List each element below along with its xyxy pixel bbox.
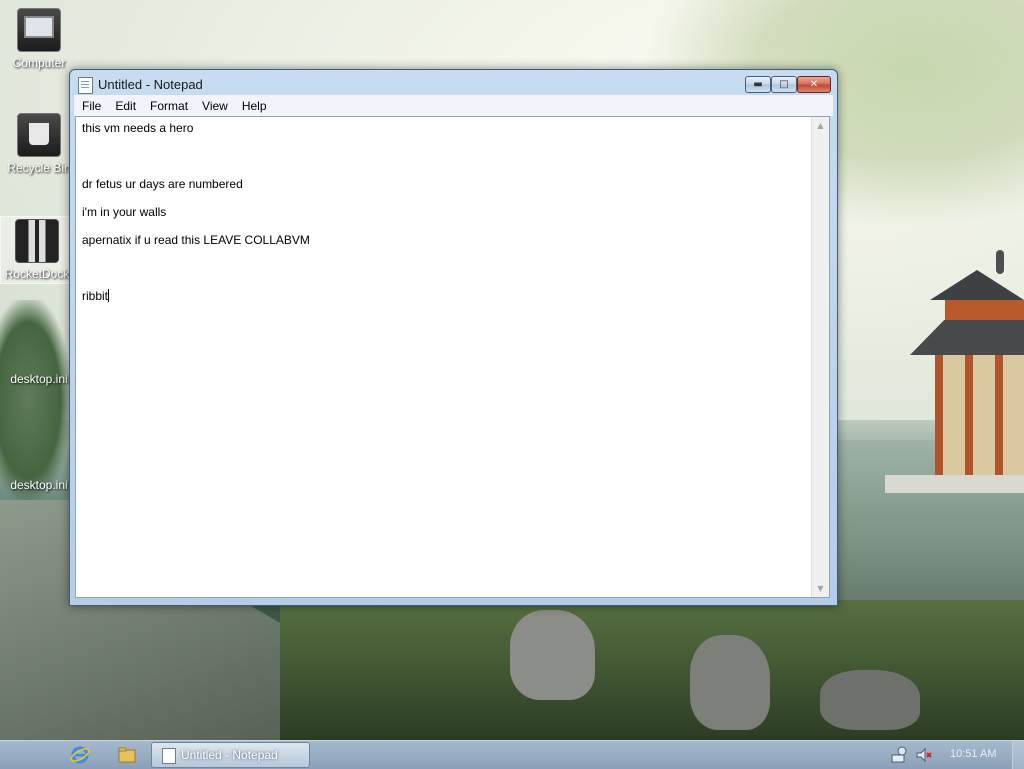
- text-editor[interactable]: this vm needs a hero dr fetus ur days ar…: [75, 116, 830, 598]
- text-line: i'm in your walls: [82, 205, 167, 219]
- minimize-button[interactable]: ▬: [745, 76, 771, 93]
- text-content[interactable]: this vm needs a hero dr fetus ur days ar…: [82, 121, 812, 591]
- text-line: this vm needs a hero: [82, 121, 194, 135]
- taskbar: Untitled - Notepad 10:51 AM: [0, 740, 1024, 769]
- close-icon: ✕: [809, 79, 819, 90]
- close-button[interactable]: ✕: [797, 76, 831, 93]
- minimize-icon: ▬: [753, 79, 763, 90]
- menu-view[interactable]: View: [196, 96, 234, 117]
- taskbar-notepad-button[interactable]: Untitled - Notepad: [151, 742, 310, 768]
- menu-file[interactable]: File: [76, 96, 107, 117]
- text-line: dr fetus ur days are numbered: [82, 177, 243, 191]
- network-icon[interactable]: [890, 746, 908, 764]
- text-line: [82, 275, 812, 289]
- text-line: [82, 261, 812, 275]
- maximize-icon: □: [779, 79, 789, 90]
- desktop-icon-desktop-ini[interactable]: desktop.ini: [3, 478, 75, 492]
- clock[interactable]: 10:51 AM: [950, 748, 996, 760]
- text-line: [82, 135, 812, 149]
- menu-help[interactable]: Help: [236, 96, 273, 117]
- desktop-icon-recycle-bin[interactable]: Recycle Bin: [3, 113, 75, 175]
- wallpaper-rock: [820, 670, 920, 730]
- desktop-icon-computer[interactable]: Computer: [3, 8, 75, 70]
- wallpaper-rock: [510, 610, 595, 700]
- desktop[interactable]: Computer Recycle Bin RocketDock desktop.…: [0, 0, 1024, 740]
- menu-edit[interactable]: Edit: [109, 96, 142, 117]
- wallpaper-rock: [690, 635, 770, 730]
- internet-explorer-icon[interactable]: [70, 745, 90, 765]
- title-bar[interactable]: Untitled - Notepad ▬ □ ✕: [70, 70, 837, 98]
- start-button[interactable]: [10, 743, 54, 767]
- desktop-icon-desktop-ini[interactable]: desktop.ini: [3, 372, 75, 386]
- notepad-window[interactable]: Untitled - Notepad ▬ □ ✕ File Edit Format V…: [69, 69, 838, 606]
- menu-bar: File Edit Format View Help: [74, 95, 833, 116]
- show-desktop-button[interactable]: [1012, 741, 1024, 769]
- notepad-icon: [162, 748, 176, 764]
- maximize-button[interactable]: □: [771, 76, 797, 93]
- recycle-bin-icon: [17, 113, 61, 157]
- text-line-last: ribbit: [82, 289, 812, 303]
- rocketdock-icon: [15, 219, 59, 263]
- text-line: ribbit: [82, 289, 109, 303]
- vertical-scrollbar[interactable]: ▲ ▼: [811, 117, 829, 597]
- text-line: [82, 149, 812, 163]
- text-line: [82, 163, 812, 177]
- text-line: apernatix if u read this LEAVE COLLABVM: [82, 233, 310, 247]
- wallpaper-pagoda: [885, 250, 1024, 500]
- text-line: [82, 219, 812, 233]
- menu-format[interactable]: Format: [144, 96, 194, 117]
- text-line: [82, 191, 812, 205]
- volume-muted-icon[interactable]: [915, 746, 933, 764]
- scroll-down-arrow-icon[interactable]: ▼: [812, 580, 829, 597]
- scroll-up-arrow-icon[interactable]: ▲: [812, 117, 829, 134]
- notepad-icon: [78, 77, 93, 94]
- computer-icon: [17, 8, 61, 52]
- wallpaper-trees-left: [0, 300, 70, 500]
- text-caret: [108, 289, 110, 302]
- window-title: Untitled - Notepad: [98, 77, 203, 92]
- text-line: [82, 247, 812, 261]
- windows-explorer-icon[interactable]: [117, 745, 137, 765]
